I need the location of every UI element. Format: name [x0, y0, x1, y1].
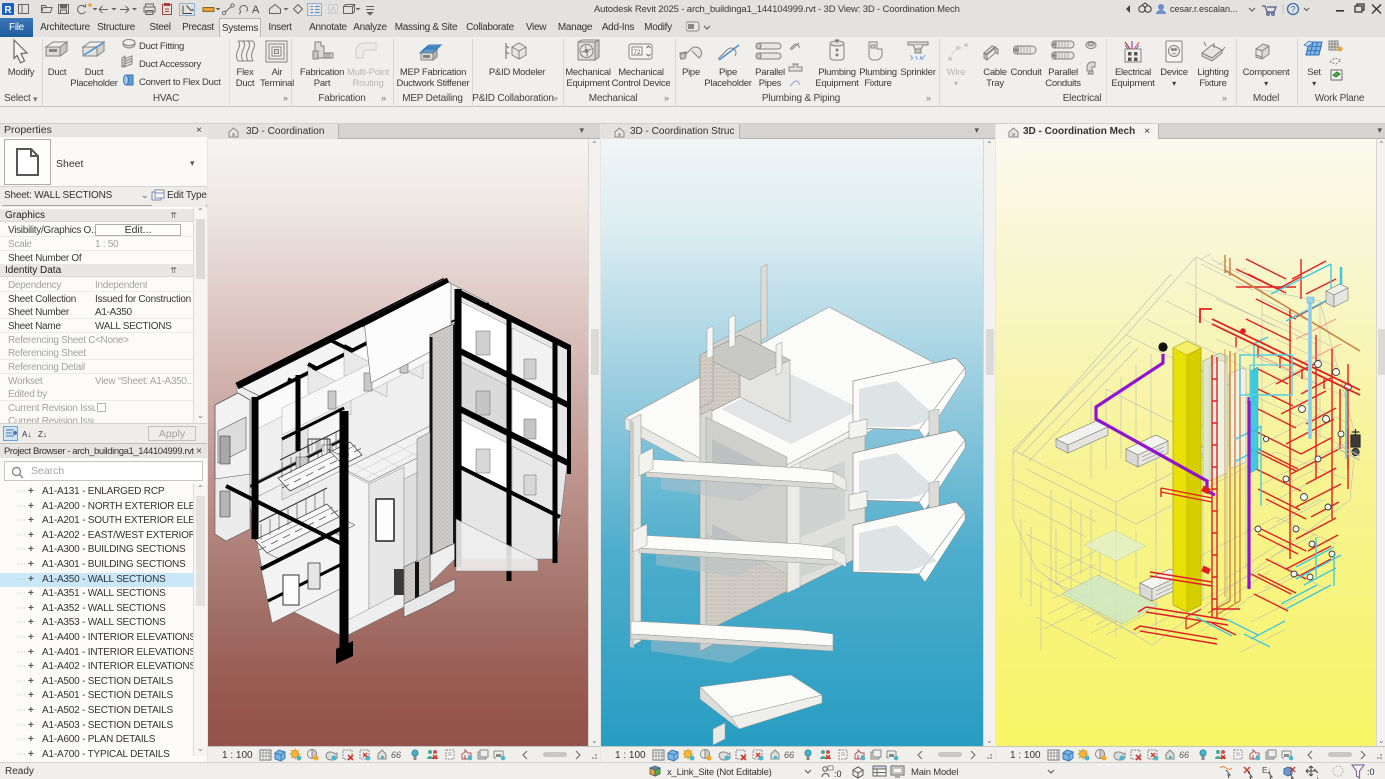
svg-text:Main Model: Main Model: [911, 767, 958, 778]
svg-text:↓: ↓: [1316, 774, 1320, 779]
svg-text:66: 66: [1179, 750, 1189, 760]
svg-text:66: 66: [784, 750, 794, 760]
svg-text:?: ?: [1290, 5, 1295, 15]
svg-text:A: A: [252, 4, 260, 16]
svg-text:1 : 100: 1 : 100: [222, 750, 253, 761]
svg-text:66: 66: [391, 750, 401, 760]
svg-text::0: :0: [1367, 767, 1375, 777]
svg-text:Z↓: Z↓: [38, 430, 47, 439]
svg-text:x_Link_Site (Not Editable): x_Link_Site (Not Editable): [667, 767, 772, 778]
svg-text:72: 72: [633, 49, 641, 56]
svg-text::0: :0: [834, 769, 842, 779]
svg-text:1 : 100: 1 : 100: [615, 750, 646, 761]
svg-text:R: R: [4, 5, 12, 16]
svg-text:1 : 100: 1 : 100: [1010, 750, 1041, 761]
svg-text:A↓: A↓: [22, 430, 31, 439]
svg-text:cesar.r.escalan...: cesar.r.escalan...: [1170, 4, 1238, 14]
